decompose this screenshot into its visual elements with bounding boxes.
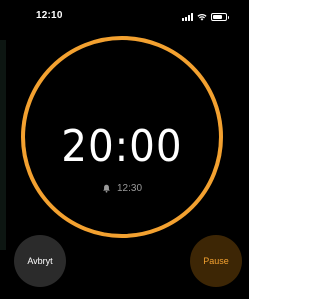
signal-icon — [182, 13, 193, 21]
pause-button-label: Pause — [203, 256, 229, 266]
right-edge-panel — [316, 0, 320, 299]
cancel-button-label: Avbryt — [27, 256, 53, 266]
status-bar: 12:10 — [0, 0, 245, 28]
left-edge-panel — [0, 40, 6, 250]
countdown-display: 20:00 — [20, 120, 224, 174]
alarm-time-row: 12:30 — [20, 183, 224, 194]
bell-icon — [103, 184, 110, 193]
timer-screen: 12:10 20:00 12:30 Avbryt Pause — [0, 0, 249, 299]
cancel-button[interactable]: Avbryt — [14, 235, 66, 287]
alarm-time: 12:30 — [116, 183, 143, 194]
pause-button[interactable]: Pause — [190, 235, 242, 287]
status-time: 12:10 — [36, 10, 63, 21]
countdown-text: 20:00 — [61, 121, 183, 172]
status-icons — [182, 11, 229, 21]
wifi-icon — [197, 14, 207, 21]
battery-icon — [211, 13, 229, 21]
